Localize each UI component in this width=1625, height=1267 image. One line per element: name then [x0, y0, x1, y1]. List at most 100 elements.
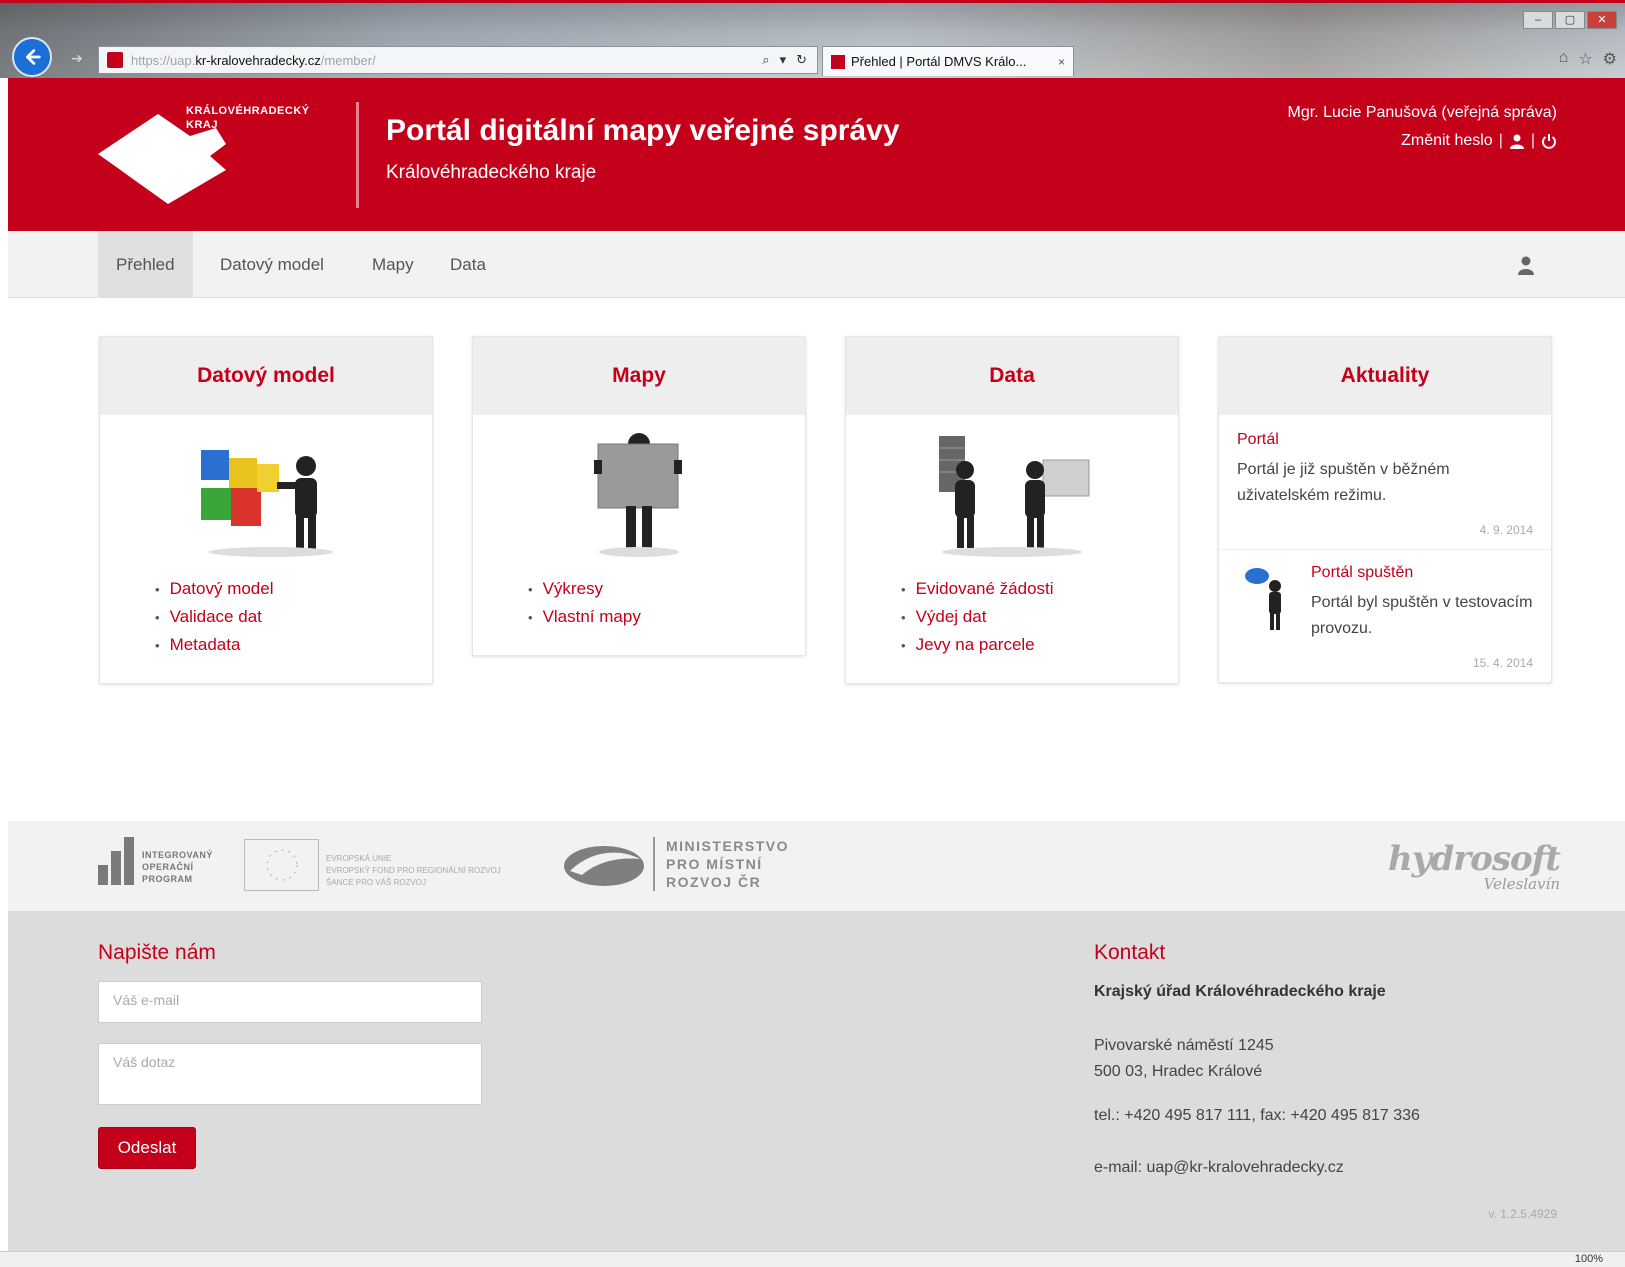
link-validace-dat[interactable]: Validace dat [155, 603, 432, 631]
news-title[interactable]: Portál spuštěn [1311, 564, 1533, 582]
card-aktuality: Aktuality Portál Portál je již spuštěn v… [1218, 336, 1552, 683]
puzzle-person-icon [201, 450, 333, 557]
nav-item-prehled[interactable]: Přehled [98, 231, 193, 298]
iop-text: INTEGROVANÝ OPERAČNÍ PROGRAM [142, 850, 213, 884]
news-date: 15. 4. 2014 [1472, 656, 1533, 670]
browser-chrome: ➔ https://uap. kr-kralovehradecky.cz /me… [0, 0, 1625, 78]
mmr-divider [653, 837, 655, 891]
speech-person-icon [1245, 568, 1281, 630]
favorites-star-icon[interactable]: ☆ [1578, 49, 1592, 69]
url-domain: kr-kralovehradecky.cz [195, 52, 321, 68]
link-datovy-model[interactable]: Datový model [155, 575, 432, 603]
partners-strip: INTEGROVANÝ OPERAČNÍ PROGRAM EVROPSKÁ UN… [8, 821, 1625, 911]
news-text: Portál je již spuštěn v běžném uživatels… [1237, 461, 1450, 504]
refresh-icon[interactable]: ↻ [796, 52, 807, 68]
card-data: Data Evidované žádosti Výdej dat Jevy na… [845, 336, 1179, 684]
mmr-logo [564, 846, 644, 886]
map-figure-image [473, 415, 805, 575]
link-list: Výkresy Vlastní mapy [473, 575, 805, 655]
forward-button[interactable]: ➔ [68, 49, 86, 67]
news-body: Portál spuštěn Portál byl spuštěn v test… [1311, 564, 1533, 642]
url-suffix: /member/ [320, 52, 376, 68]
contact-form-heading: Napište nám [98, 941, 216, 964]
email-field[interactable]: Váš e-mail [98, 981, 482, 1023]
kontakt-heading: Kontakt [1094, 941, 1166, 964]
query-textarea[interactable]: Váš dotaz [98, 1043, 482, 1105]
kontakt-email[interactable]: e-mail: uap@kr-kralovehradecky.cz [1094, 1159, 1344, 1177]
nav-item-mapy[interactable]: Mapy [354, 231, 432, 298]
link-list: Evidované žádosti Výdej dat Jevy na parc… [846, 575, 1178, 683]
arrow-left-icon [26, 49, 41, 65]
page-subtitle: Královéhradeckého kraje [386, 162, 597, 183]
site-header: KRÁLOVÉHRADECKÝ KRAJ Portál digitální ma… [8, 78, 1625, 231]
data-figure-image [846, 415, 1178, 575]
card-title[interactable]: Data [846, 337, 1178, 415]
address-tools: ⌕ ▾ ↻ [762, 52, 817, 68]
browser-tab[interactable]: Přehled | Portál DMVS Králo... × [822, 46, 1074, 76]
user-actions: Změnit heslo | | [1401, 132, 1557, 150]
settings-gear-icon[interactable]: ⚙ [1603, 49, 1617, 69]
nav-item-datovy-model[interactable]: Datový model [202, 231, 342, 298]
user-profile-icon[interactable] [1509, 133, 1525, 149]
logo-text: KRÁLOVÉHRADECKÝ KRAJ [186, 105, 310, 131]
maximize-button[interactable]: ▢ [1555, 11, 1585, 29]
tab-title: Přehled | Portál DMVS Králo... [851, 54, 1027, 69]
kontakt-phone: tel.: +420 495 817 111, fax: +420 495 81… [1094, 1107, 1420, 1124]
card-title[interactable]: Mapy [473, 337, 805, 415]
back-button[interactable] [12, 37, 52, 77]
news-item: Portál spuštěn Portál byl spuštěn v test… [1237, 550, 1533, 642]
site-favicon [107, 52, 123, 68]
dropdown-icon[interactable]: ▾ [780, 52, 787, 68]
tab-favicon [831, 54, 845, 69]
news-list: Portál Portál je již spuštěn v běžném už… [1219, 415, 1551, 670]
window-controls: – ▢ ✕ [1523, 11, 1617, 29]
separator: | [1530, 132, 1535, 149]
browser-toolbar-right: ⌂ ☆ ⚙ [1559, 49, 1617, 69]
news-date: 4. 9. 2014 [1479, 523, 1533, 537]
header-divider [356, 102, 359, 208]
search-icon[interactable]: ⌕ [762, 52, 769, 68]
home-icon[interactable]: ⌂ [1559, 49, 1569, 69]
mmr-text: MINISTERSTVO PRO MÍSTNÍ ROZVOJ ČR [666, 838, 790, 890]
eu-text: EVROPSKÁ UNIE EVROPSKÝ FOND PRO REGIONÁL… [326, 854, 501, 887]
people-carrying-icon [939, 436, 1090, 557]
link-vykresy[interactable]: Výkresy [528, 575, 805, 603]
close-window-button[interactable]: ✕ [1587, 11, 1617, 29]
kontakt-street: Pivovarské náměstí 1245 [1094, 1037, 1274, 1054]
news-title[interactable]: Portál [1237, 431, 1533, 449]
user-name: Mgr. Lucie Panušová (veřejná správa) [1287, 104, 1557, 121]
card-title[interactable]: Datový model [100, 337, 432, 415]
eu-flag-logo [244, 839, 319, 891]
link-jevy-na-parcele[interactable]: Jevy na parcele [901, 631, 1178, 659]
card-title[interactable]: Aktuality [1219, 337, 1551, 415]
browser-status-bar: 100% [0, 1251, 1625, 1267]
change-password-link[interactable]: Změnit heslo [1401, 132, 1493, 150]
tab-close-icon[interactable]: × [1058, 55, 1065, 69]
link-metadata[interactable]: Metadata [155, 631, 432, 659]
iop-logo: INTEGROVANÝ OPERAČNÍ PROGRAM [98, 837, 213, 885]
user-menu-icon[interactable] [1517, 255, 1535, 275]
submit-button[interactable]: Odeslat [98, 1127, 196, 1169]
card-datovy-model: Datový model Datový model Validace dat M… [99, 336, 433, 684]
power-logout-icon[interactable] [1541, 133, 1557, 149]
zoom-level[interactable]: 100% [1575, 1253, 1603, 1265]
puzzle-figure-image [100, 415, 432, 575]
bars-icon [98, 837, 134, 885]
nav-item-data[interactable]: Data [432, 231, 504, 298]
hydrosoft-name: hydrosoft [1388, 839, 1561, 879]
link-vydej-dat[interactable]: Výdej dat [901, 603, 1178, 631]
version-label: v. 1.2.5.4929 [1488, 1207, 1558, 1221]
main-nav: Přehled Datový model Mapy Data [8, 231, 1625, 298]
url-prefix: https://uap. [131, 52, 196, 68]
eu-stars-icon [266, 849, 297, 881]
kontakt-address: Pivovarské náměstí 1245 500 03, Hradec K… [1094, 1033, 1274, 1085]
person-map-icon [594, 433, 682, 557]
page-title: Portál digitální mapy veřejné správy [386, 114, 900, 147]
separator: | [1498, 132, 1503, 149]
link-vlastni-mapy[interactable]: Vlastní mapy [528, 603, 805, 631]
hydrosoft-logo: hydrosoft Veleslavín [1388, 839, 1561, 893]
minimize-button[interactable]: – [1523, 11, 1553, 29]
link-evidovane-zadosti[interactable]: Evidované žádosti [901, 575, 1178, 603]
kontakt-city: 500 03, Hradec Králové [1094, 1063, 1263, 1080]
address-bar[interactable]: https://uap. kr-kralovehradecky.cz /memb… [98, 46, 818, 74]
